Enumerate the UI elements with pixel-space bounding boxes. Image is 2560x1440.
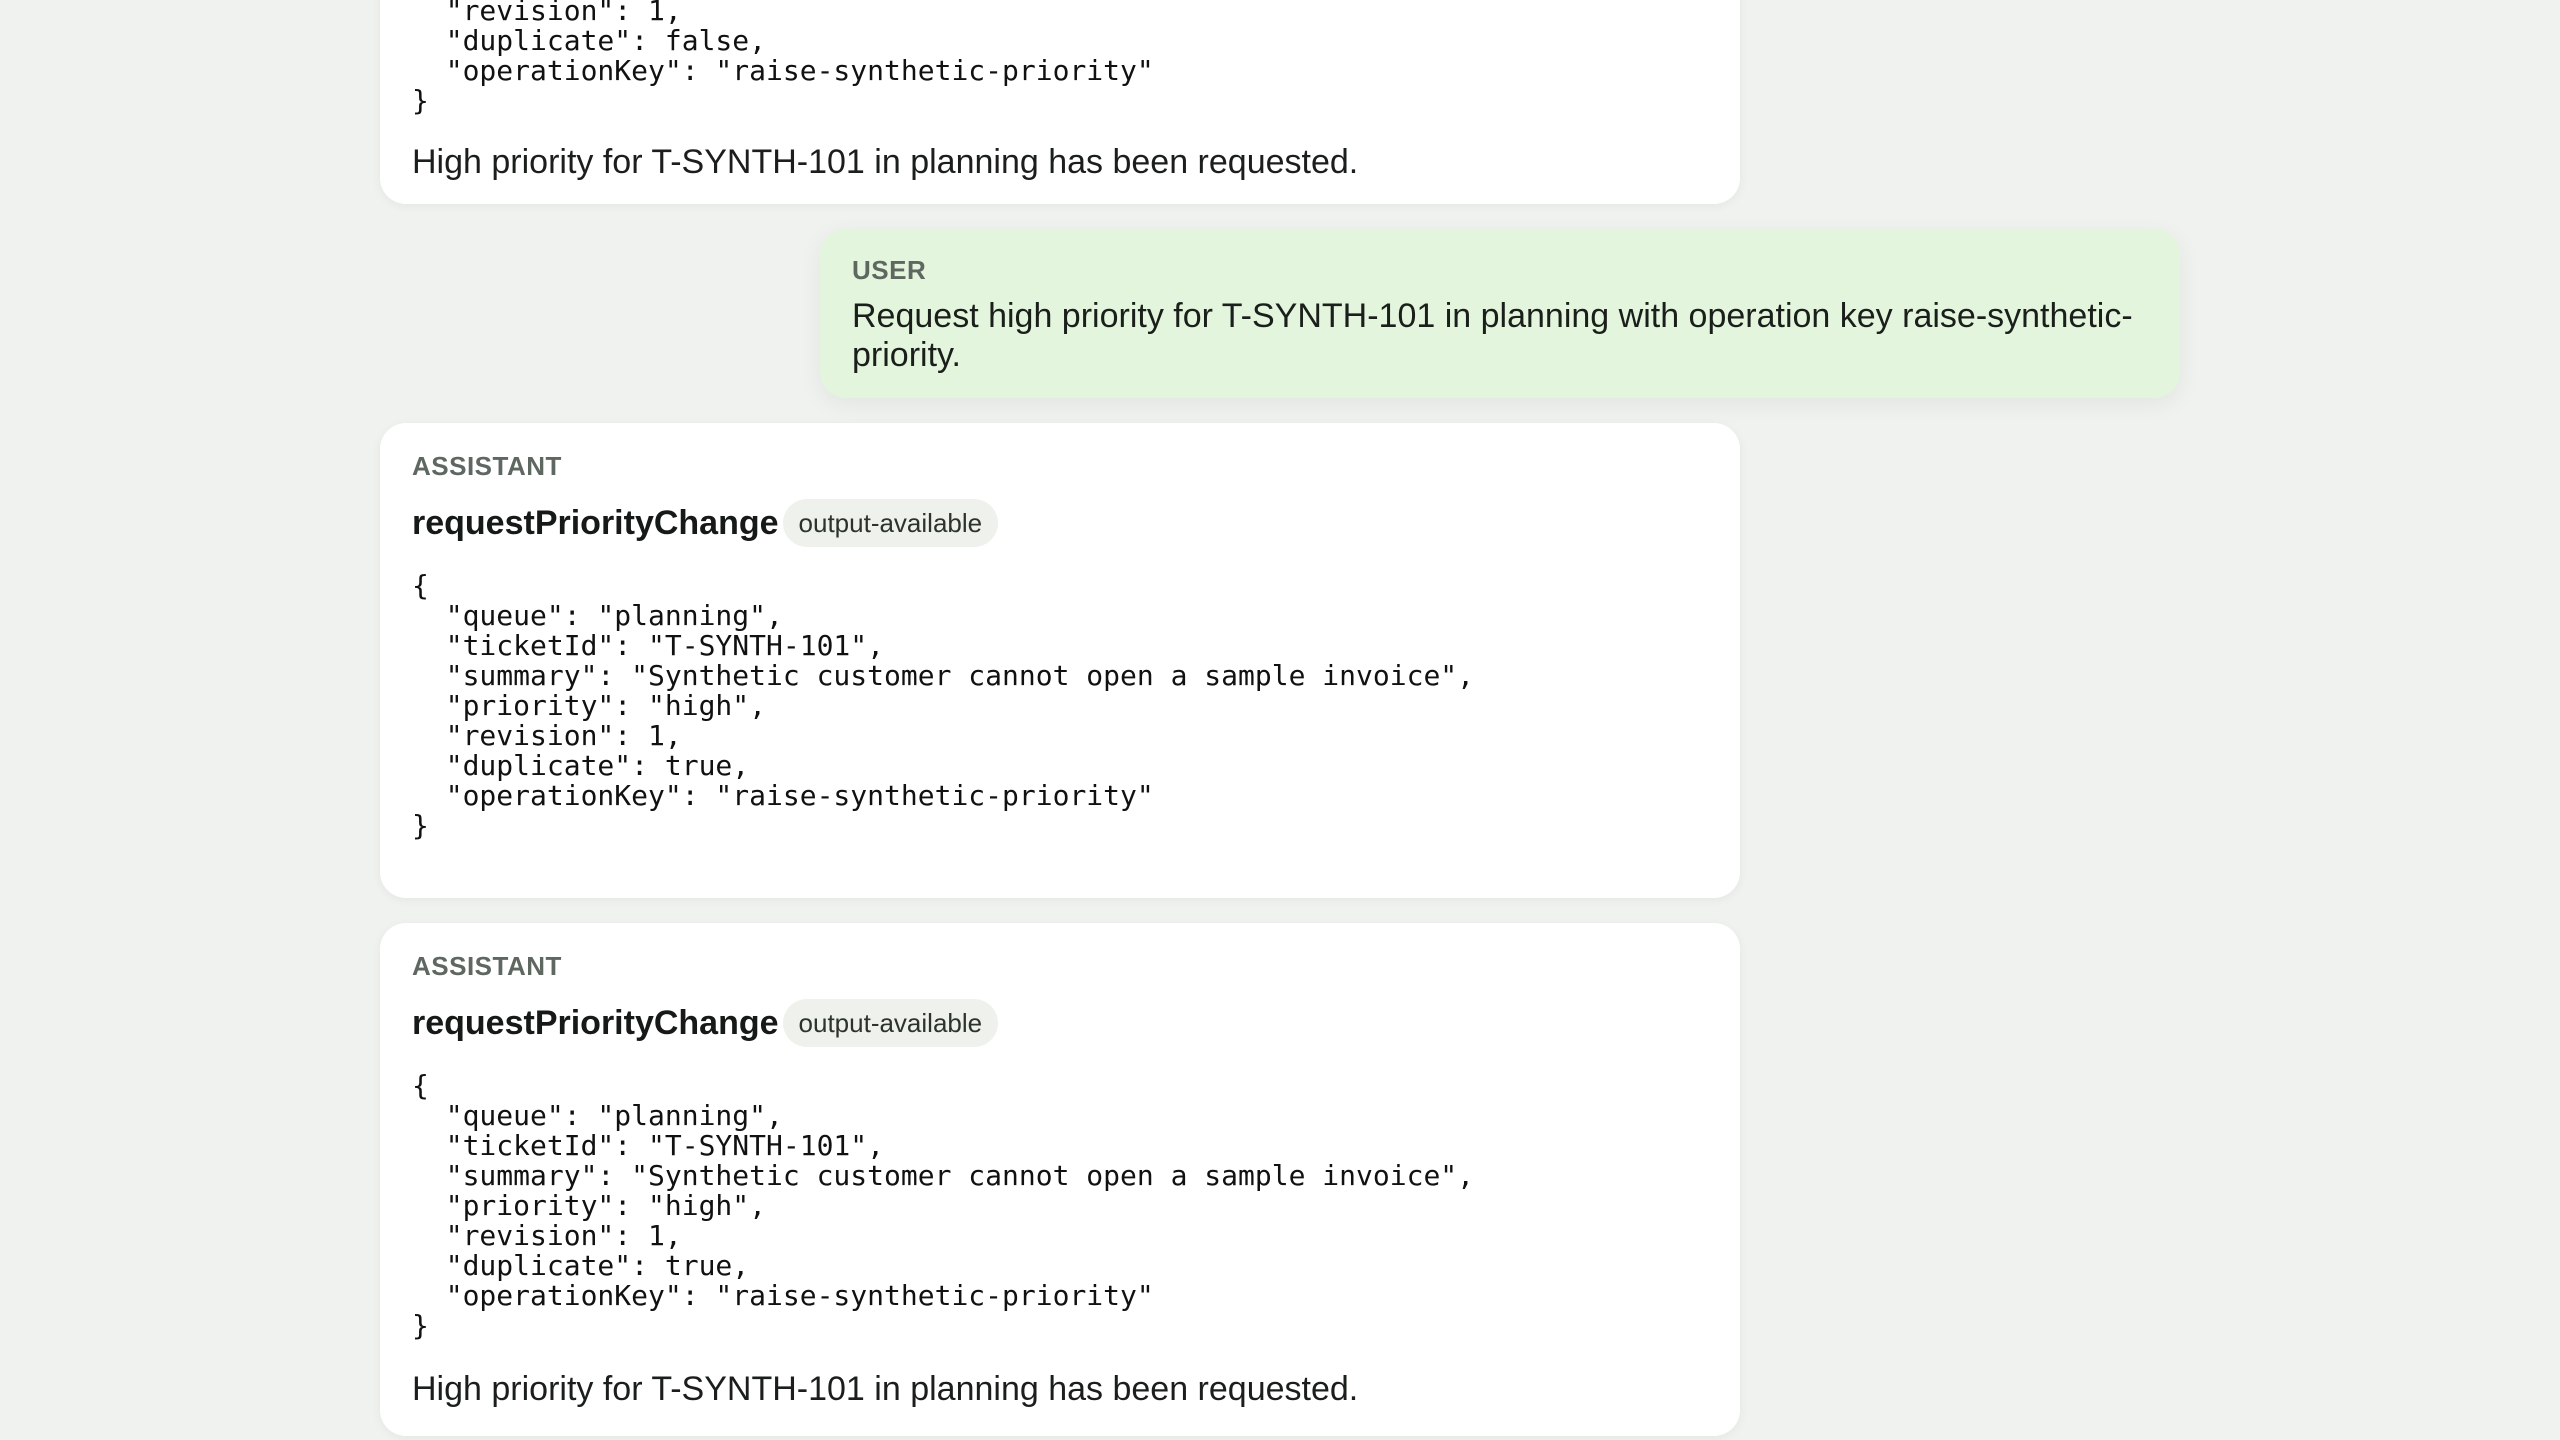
tool-call-header: requestPriorityChange output-available (412, 499, 1708, 547)
chat-transcript: "revision": 1, "duplicate": false, "oper… (0, 0, 2560, 1440)
tool-name: requestPriorityChange (412, 1004, 779, 1042)
assistant-response-text: High priority for T-SYNTH-101 in plannin… (412, 143, 1359, 181)
role-label: ASSISTANT (412, 451, 562, 481)
tool-output-json: { "queue": "planning", "ticketId": "T-SY… (412, 569, 1475, 842)
tool-output-json: { "queue": "planning", "ticketId": "T-SY… (412, 1069, 1475, 1342)
role-label: ASSISTANT (412, 951, 562, 981)
tool-call-header: requestPriorityChange output-available (412, 999, 1708, 1047)
status-badge: output-available (782, 999, 999, 1047)
status-badge: output-available (782, 499, 999, 547)
assistant-message-card: "revision": 1, "duplicate": false, "oper… (380, 0, 1740, 204)
tool-output-json: "revision": 1, "duplicate": false, "oper… (412, 0, 1154, 117)
user-message-card: USER Request high priority for T-SYNTH-1… (820, 229, 2180, 398)
user-message-text: Request high priority for T-SYNTH-101 in… (852, 297, 2133, 374)
tool-name: requestPriorityChange (412, 504, 779, 542)
assistant-message-card: ASSISTANT requestPriorityChange output-a… (380, 923, 1740, 1436)
assistant-response-text: High priority for T-SYNTH-101 in plannin… (412, 1370, 1359, 1408)
role-label: USER (852, 255, 927, 285)
assistant-message-card: ASSISTANT requestPriorityChange output-a… (380, 423, 1740, 898)
